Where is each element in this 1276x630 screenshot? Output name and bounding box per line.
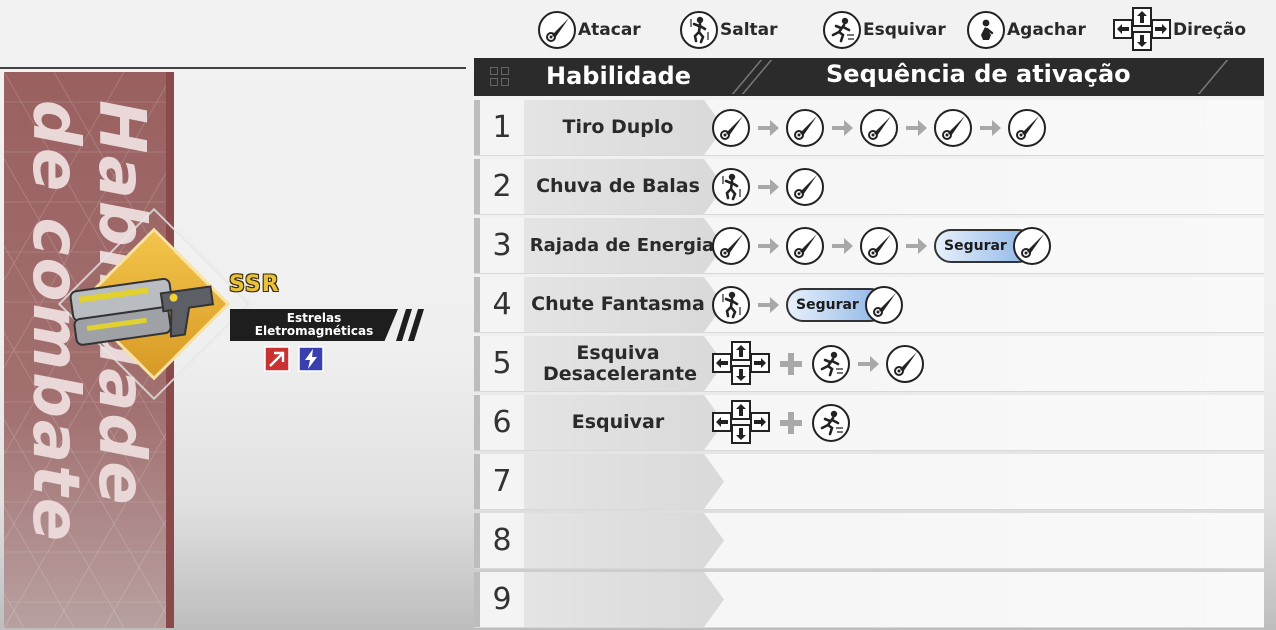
- row-number: 2: [492, 169, 512, 204]
- arrow-right-icon: [906, 237, 927, 254]
- plus-icon: [780, 352, 802, 375]
- activation-sequence: [712, 100, 1046, 155]
- attack-icon: [786, 167, 824, 206]
- arrow-right-icon: [858, 355, 879, 372]
- plus-icon: [780, 411, 802, 434]
- row-number: 9: [492, 582, 512, 617]
- lightning-element-icon: [298, 346, 324, 372]
- activation-sequence: [712, 159, 824, 214]
- weapon-name-line2: Eletromagnéticas: [254, 324, 374, 338]
- table-rows: 1 Tiro Duplo 2 Chuva de Balas 3 Rajada de Ene…: [474, 100, 1264, 627]
- header-sequence: Sequência de ativação: [826, 60, 1131, 88]
- attack-icon: [786, 108, 824, 147]
- attack-icon: [786, 226, 824, 265]
- arrow-right-icon: [758, 296, 779, 313]
- arrow-right-icon: [980, 119, 1001, 136]
- row-number: 3: [492, 228, 512, 263]
- attack-icon: [538, 11, 576, 49]
- rarity-badge: SSR: [229, 272, 280, 297]
- skills-table: Habilidade Sequência de ativação 1 Tiro D…: [474, 58, 1264, 630]
- table-row: 8: [474, 513, 1264, 568]
- activation-sequence: Segurar: [712, 218, 1051, 273]
- skill-name: [526, 513, 710, 568]
- legend-direction-label: Direção: [1173, 20, 1247, 40]
- activation-sequence: Segurar: [712, 277, 903, 332]
- attack-icon: [860, 226, 898, 265]
- direction-pad-icon: [712, 399, 770, 446]
- table-row: 2 Chuva de Balas: [474, 159, 1264, 214]
- arrow-right-icon: [832, 119, 853, 136]
- skill-name: [526, 454, 710, 509]
- jump-icon: [712, 285, 750, 324]
- attack-icon: [934, 108, 972, 147]
- attack-icon: [712, 108, 750, 147]
- attack-icon: [712, 226, 750, 265]
- table-header: Habilidade Sequência de ativação: [474, 58, 1264, 96]
- grid-icon: [490, 67, 510, 87]
- row-number: 6: [492, 405, 512, 440]
- skill-name: Chuva de Balas: [536, 175, 700, 197]
- legend-crouch-label: Agachar: [1007, 20, 1086, 40]
- table-row: 1 Tiro Duplo: [474, 100, 1264, 155]
- table-row: 3 Rajada de Energia Segurar: [474, 218, 1264, 273]
- direction-pad-icon: [712, 340, 770, 387]
- skill-name: [526, 572, 710, 627]
- legend-jump: Saltar: [680, 7, 778, 53]
- activation-sequence: [712, 336, 924, 391]
- legend-jump-label: Saltar: [720, 20, 778, 40]
- dodge-icon: [812, 403, 850, 442]
- table-row: 9: [474, 572, 1264, 627]
- skill-name: Chute Fantasma: [531, 293, 705, 315]
- controls-legend: Atacar Saltar Esquivar Agachar Direção: [0, 7, 1276, 53]
- attack-icon: [1012, 226, 1051, 265]
- row-number: 4: [492, 287, 512, 322]
- skill-name: Tiro Duplo: [562, 116, 674, 138]
- attack-icon: [1008, 108, 1046, 147]
- crouch-icon: [967, 11, 1005, 49]
- plate-stripes: [396, 309, 424, 341]
- table-row: 4 Chute Fantasma Segurar: [474, 277, 1264, 332]
- legend-crouch: Agachar: [967, 7, 1086, 53]
- row-number: 5: [492, 346, 512, 381]
- legend-dodge-label: Esquivar: [863, 20, 946, 40]
- skill-name: Esquivar: [571, 411, 665, 433]
- hold-attack-button: Segurar: [934, 226, 1051, 265]
- arrow-right-icon: [906, 119, 927, 136]
- arrow-right-icon: [758, 237, 779, 254]
- attack-icon: [886, 344, 924, 383]
- weapon-gun-icon: [69, 277, 215, 346]
- weapon-name-plate: Estrelas Eletromagnéticas: [230, 309, 398, 341]
- row-number: 7: [492, 464, 512, 499]
- arrow-right-icon: [758, 119, 779, 136]
- jump-icon: [712, 167, 750, 206]
- jump-icon: [680, 11, 718, 49]
- header-slash: [1197, 60, 1229, 94]
- legend-attack: Atacar: [538, 7, 641, 53]
- table-row: 7: [474, 454, 1264, 509]
- table-row: 5 Esquiva Desacelerante: [474, 336, 1264, 391]
- skill-name: Rajada de Energia: [529, 235, 715, 256]
- dodge-icon: [823, 11, 861, 49]
- header-skill: Habilidade: [546, 62, 691, 90]
- legend-direction: Direção: [1113, 7, 1246, 53]
- direction-pad-icon: [1113, 7, 1171, 53]
- top-divider: [0, 67, 466, 69]
- physical-element-icon: [264, 346, 290, 372]
- table-row: 6 Esquivar: [474, 395, 1264, 450]
- arrow-right-icon: [758, 178, 779, 195]
- row-number: 1: [492, 110, 512, 145]
- legend-dodge: Esquivar: [823, 7, 946, 53]
- activation-sequence: [712, 395, 850, 450]
- skill-name: Esquiva Desacelerante: [543, 341, 698, 385]
- dodge-icon: [812, 344, 850, 383]
- attack-icon: [860, 108, 898, 147]
- legend-attack-label: Atacar: [578, 20, 641, 40]
- arrow-right-icon: [832, 237, 853, 254]
- row-number: 8: [492, 523, 512, 558]
- hold-attack-button: Segurar: [786, 285, 903, 324]
- attack-icon: [864, 285, 903, 324]
